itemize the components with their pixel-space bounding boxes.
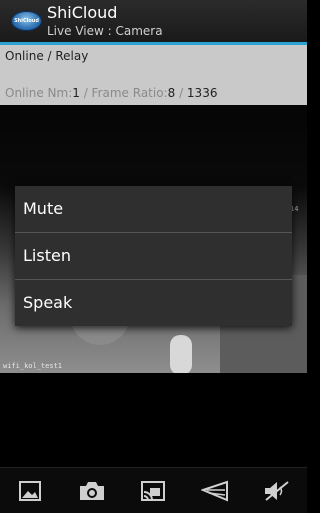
online-nm-value: 1 <box>72 86 80 100</box>
camera-icon[interactable] <box>77 476 107 506</box>
menu-item-mute[interactable]: Mute <box>15 186 292 233</box>
frame-count-value: 1336 <box>186 86 218 100</box>
camera-label: wifi_kol_test1 <box>3 362 63 370</box>
stream-stats: Online Nm:1 / Frame Ratio:8 / 1336 <box>5 86 217 100</box>
frame-ratio-label: / Frame Ratio: <box>79 86 168 100</box>
video-scene-shape <box>170 335 192 373</box>
audio-options-menu: Mute Listen Speak <box>15 186 292 326</box>
info-panel: Online / Relay Online Nm:1 / Frame Ratio… <box>0 45 307 105</box>
online-nm-label: Online Nm: <box>5 86 73 100</box>
app-logo: ShiCloud <box>11 11 42 31</box>
speaker-icon[interactable] <box>200 476 230 506</box>
page-subtitle: Live View : Camera <box>47 24 163 38</box>
bottom-toolbar <box>0 467 307 513</box>
gallery-icon[interactable] <box>15 476 45 506</box>
app-title: ShiCloud <box>47 3 118 22</box>
app-header: ShiCloud ShiCloud Live View : Camera <box>0 0 307 42</box>
menu-item-listen[interactable]: Listen <box>15 233 292 280</box>
menu-item-speak[interactable]: Speak <box>15 280 292 326</box>
frame-separator: / <box>175 86 187 100</box>
connection-status: Online / Relay <box>5 49 89 63</box>
mute-icon[interactable] <box>261 476 291 506</box>
cast-icon[interactable] <box>138 476 168 506</box>
